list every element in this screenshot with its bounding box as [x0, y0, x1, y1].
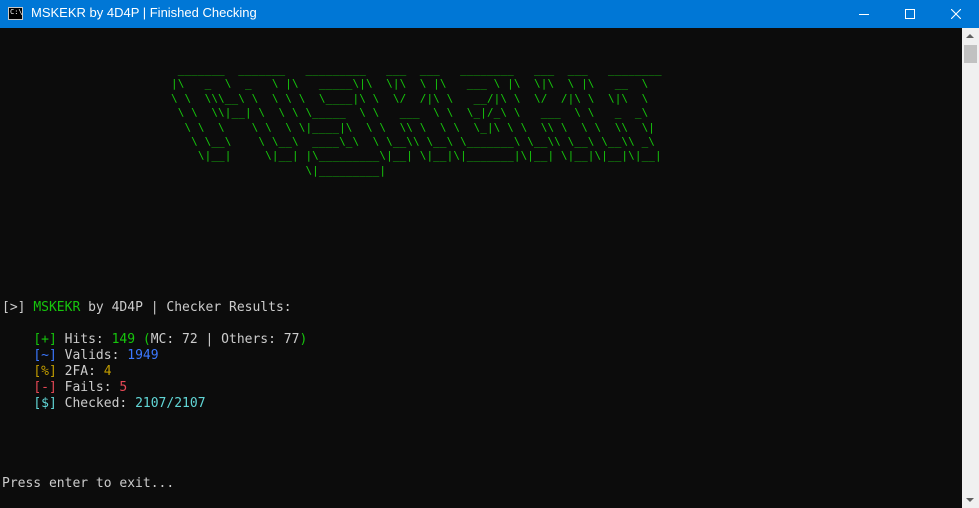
valids-value: 1949 — [127, 348, 159, 363]
fails-bracket: [-] — [33, 380, 57, 395]
scrollbar-thumb[interactable] — [964, 45, 977, 63]
console-output[interactable]: _______ _______ _________ ___ ___ ______… — [0, 28, 962, 508]
checked-line: [$] Checked: 2107/2107 — [2, 396, 206, 412]
exit-prompt: Press enter to exit... — [2, 476, 175, 491]
maximize-button[interactable] — [887, 0, 933, 28]
twofa-bracket: [%] — [33, 364, 57, 379]
hits-bracket: [+] — [33, 332, 57, 347]
vertical-scrollbar[interactable] — [962, 28, 979, 508]
checked-bracket: [$] — [33, 396, 57, 411]
valids-bracket: [~] — [33, 348, 57, 363]
results-header-text: by 4D4P | Checker Results: — [80, 300, 292, 315]
checked-value: 2107/2107 — [135, 396, 206, 411]
console-app-icon[interactable]: C:\ — [8, 7, 23, 20]
valids-label: Valids: — [56, 348, 128, 363]
console-icon-text: C:\ — [10, 8, 23, 16]
hits-label: Hits: — [56, 332, 112, 347]
minimize-button[interactable] — [841, 0, 887, 28]
fails-line: [-] Fails: 5 — [2, 380, 127, 396]
valids-line: [~] Valids: 1949 — [2, 348, 159, 364]
fails-label: Fails: — [56, 380, 120, 395]
minimize-icon — [859, 14, 869, 15]
hits-line: [+] Hits: 149 (MC: 72 | Others: 77) — [2, 332, 307, 348]
close-icon — [951, 9, 961, 19]
console-window: C:\ MSKEKR by 4D4P | Finished Checking _… — [0, 0, 979, 508]
twofa-line: [%] 2FA: 4 — [2, 364, 112, 380]
scroll-up-icon[interactable] — [966, 34, 974, 38]
ascii-banner: _______ _______ _________ ___ ___ ______… — [171, 63, 662, 177]
hits-paren-close: ) — [299, 332, 308, 347]
scroll-down-icon[interactable] — [966, 498, 974, 502]
checked-label: Checked: — [56, 396, 136, 411]
app-name: MSKEKR — [33, 300, 81, 315]
maximize-icon — [905, 9, 915, 19]
prompt-bracket: [>] — [2, 300, 26, 315]
fails-value: 5 — [119, 380, 128, 395]
twofa-value: 4 — [103, 364, 112, 379]
hits-detail: MC: 72 | Others: 77 — [150, 332, 300, 347]
hits-value: 149 — [111, 332, 136, 347]
close-button[interactable] — [933, 0, 979, 28]
results-header: [>] MSKEKR by 4D4P | Checker Results: — [2, 300, 292, 316]
title-bar[interactable]: C:\ MSKEKR by 4D4P | Finished Checking — [0, 0, 979, 28]
twofa-label: 2FA: — [56, 364, 104, 379]
window-title: MSKEKR by 4D4P | Finished Checking — [31, 5, 257, 20]
hits-paren-open: ( — [135, 332, 151, 347]
